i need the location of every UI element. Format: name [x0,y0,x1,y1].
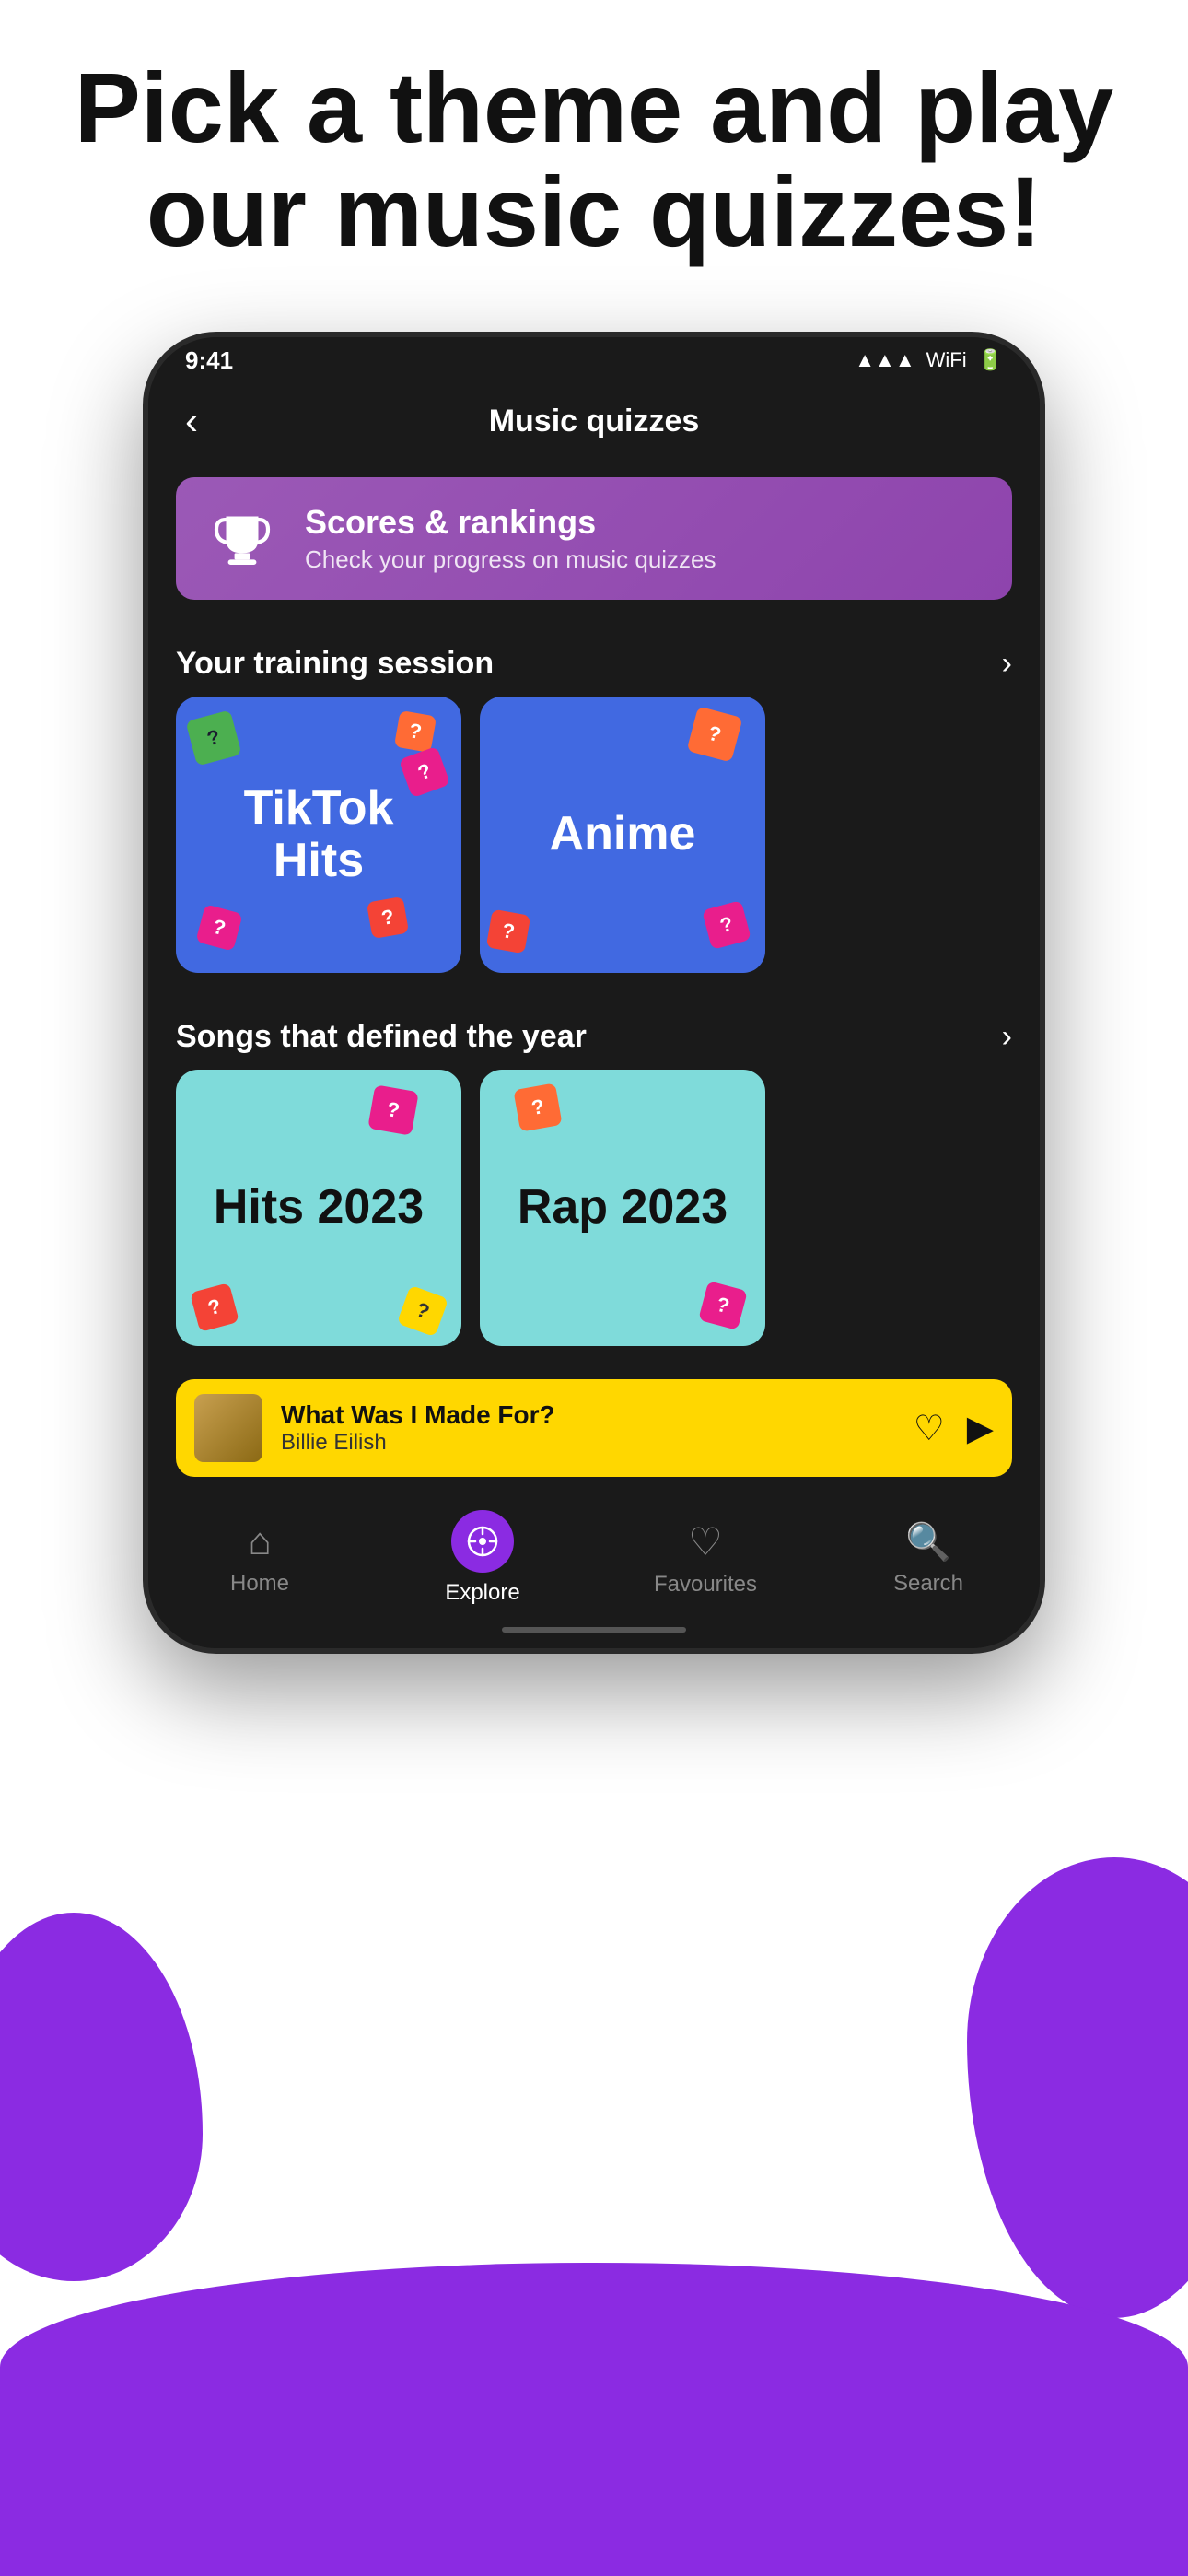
cube-5: ? [367,896,409,939]
status-icons: ▲▲▲ WiFi 🔋 [855,348,1003,372]
player-controls: ♡ ▶ [914,1408,994,1449]
nav-home[interactable]: ⌂ Home [204,1519,315,1597]
scores-text-block: Scores & rankings Check your progress on… [305,503,716,574]
hits2023-card[interactable]: ? ? ? Hits 2023 [176,1070,461,1346]
chevron-right-icon: › [1002,646,1012,682]
cube-h3: ? [397,1285,448,1337]
thumb-image [194,1394,262,1462]
favourites-icon: ♡ [688,1519,723,1564]
phone-device: 9:41 ▲▲▲ WiFi 🔋 ‹ Music quizzes [143,332,1045,1654]
cube-r2: ? [698,1281,748,1330]
wifi-icon: WiFi [926,348,967,372]
cube-4: ? [195,904,242,951]
battery-icon: 🔋 [978,348,1003,372]
status-time: 9:41 [185,346,233,375]
nav-explore-label: Explore [445,1580,519,1606]
cube-a2: ? [702,900,751,950]
year-cards-scroll: ? ? ? Hits 2023 ? ? Rap 2023 [148,1070,1040,1364]
nav-favourites[interactable]: ♡ Favourites [650,1519,761,1598]
bg-blob-bottom [0,2263,1188,2576]
rap2023-card-title: Rap 2023 [518,1181,728,1234]
back-button[interactable]: ‹ [185,402,198,440]
nav-search-label: Search [893,1571,963,1597]
training-cards-scroll: ? ? ? ? ? TikTokHits ? ? ? Anime [148,697,1040,991]
explore-icon-bg [451,1510,514,1573]
trophy-icon [205,507,279,571]
cube-h1: ? [367,1084,419,1136]
cube-3: ? [399,746,450,798]
bottom-nav: ⌂ Home Explore ♡ Fav [148,1492,1040,1621]
cube-h2: ? [190,1282,239,1332]
year-section-header[interactable]: Songs that defined the year › [148,991,1040,1070]
nav-explore[interactable]: Explore [427,1510,538,1606]
nav-search[interactable]: 🔍 Search [873,1520,984,1597]
signal-icon: ▲▲▲ [855,348,914,372]
search-icon: 🔍 [905,1520,951,1563]
home-bar [502,1627,686,1633]
tiktok-card-title: TikTokHits [244,782,394,887]
chevron-right-year-icon: › [1002,1019,1012,1055]
home-icon: ⌂ [248,1519,271,1563]
anime-card-title: Anime [550,808,696,861]
bg-blob-left [0,1913,203,2281]
rap2023-card[interactable]: ? ? Rap 2023 [480,1070,765,1346]
main-title: Pick a theme and play our music quizzes! [0,55,1188,264]
bg-blob-right [967,1857,1188,2318]
scores-banner[interactable]: Scores & rankings Check your progress on… [176,477,1012,600]
track-artist: Billie Eilish [281,1430,895,1456]
screen-title: Music quizzes [489,404,700,439]
scores-subtitle: Check your progress on music quizzes [305,545,716,574]
heart-button[interactable]: ♡ [914,1408,945,1449]
anime-card[interactable]: ? ? ? Anime [480,697,765,973]
status-bar: 9:41 ▲▲▲ WiFi 🔋 [148,337,1040,383]
hits2023-card-title: Hits 2023 [214,1181,424,1234]
cube-a1: ? [686,706,742,762]
track-thumbnail [194,1394,262,1462]
now-playing-bar[interactable]: What Was I Made For? Billie Eilish ♡ ▶ [176,1379,1012,1477]
nav-home-label: Home [230,1571,289,1597]
training-section-header[interactable]: Your training session › [148,618,1040,697]
top-nav: ‹ Music quizzes [148,383,1040,459]
nav-favourites-label: Favourites [654,1572,757,1598]
cube-r1: ? [513,1083,562,1131]
training-title: Your training session [176,646,494,682]
explore-icon [466,1525,499,1558]
cube-1: ? [185,709,241,766]
cube-a3: ? [486,909,531,954]
track-name: What Was I Made For? [281,1400,895,1430]
play-button[interactable]: ▶ [967,1408,994,1449]
track-info: What Was I Made For? Billie Eilish [281,1400,895,1456]
year-title: Songs that defined the year [176,1019,587,1055]
home-indicator [148,1621,1040,1648]
phone-wrapper: 9:41 ▲▲▲ WiFi 🔋 ‹ Music quizzes [143,332,1045,1654]
scores-title: Scores & rankings [305,503,716,542]
cube-2: ? [394,710,437,753]
tiktok-hits-card[interactable]: ? ? ? ? ? TikTokHits [176,697,461,973]
